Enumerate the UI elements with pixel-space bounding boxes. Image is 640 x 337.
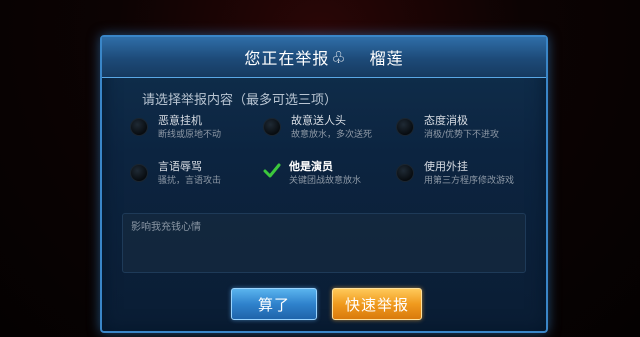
report-comment-field[interactable]: 影响我充钱心情 xyxy=(122,213,526,273)
report-option-cheat[interactable]: 使用外挂 用第三方程序修改游戏 xyxy=(396,159,514,188)
radio-unchecked-icon[interactable] xyxy=(396,118,414,136)
radio-unchecked-icon[interactable] xyxy=(130,164,148,182)
option-description: 关键团战故意放水 xyxy=(289,176,362,186)
club-icon: ♧ xyxy=(331,47,346,67)
dialog-title-bar: 您正在举报 ♧ 榴莲 xyxy=(102,37,546,78)
option-label: 故意送人头 xyxy=(291,114,346,127)
report-option-afk[interactable]: 恶意挂机 断线或原地不动 xyxy=(130,113,221,142)
option-description: 故意放水，多次送死 xyxy=(291,130,373,140)
reported-player-name: 榴莲 xyxy=(369,49,404,68)
report-option-feeding[interactable]: 故意送人头 故意放水，多次送死 xyxy=(263,113,372,142)
dialog-title: 您正在举报 xyxy=(244,49,330,68)
report-option-negative[interactable]: 态度消极 消极/优势下不进攻 xyxy=(396,113,499,142)
radio-unchecked-icon[interactable] xyxy=(130,118,148,136)
quick-report-button[interactable]: 快速举报 xyxy=(332,288,422,320)
option-label: 态度消极 xyxy=(424,114,468,127)
checkmark-icon[interactable] xyxy=(263,162,281,180)
report-option-actor[interactable]: 他是演员 关键团战故意放水 xyxy=(263,159,361,188)
cancel-button[interactable]: 算了 xyxy=(231,288,317,320)
option-label: 恶意挂机 xyxy=(158,114,202,127)
option-label: 使用外挂 xyxy=(424,160,468,173)
report-prompt: 请选择举报内容（最多可选三项） xyxy=(142,93,338,108)
option-description: 消极/优势下不进攻 xyxy=(424,130,500,140)
radio-unchecked-icon[interactable] xyxy=(263,118,281,136)
option-description: 用第三方程序修改游戏 xyxy=(424,176,515,186)
report-option-abuse[interactable]: 言语辱骂 骚扰，言语攻击 xyxy=(130,159,221,188)
option-description: 断线或原地不动 xyxy=(158,130,222,140)
option-label: 他是演员 xyxy=(289,160,333,173)
option-description: 骚扰，言语攻击 xyxy=(158,176,222,186)
radio-unchecked-icon[interactable] xyxy=(396,164,414,182)
option-label: 言语辱骂 xyxy=(158,160,202,173)
report-dialog: 您正在举报 ♧ 榴莲 请选择举报内容（最多可选三项） 恶意挂机 断线或原地不动 … xyxy=(100,35,548,333)
